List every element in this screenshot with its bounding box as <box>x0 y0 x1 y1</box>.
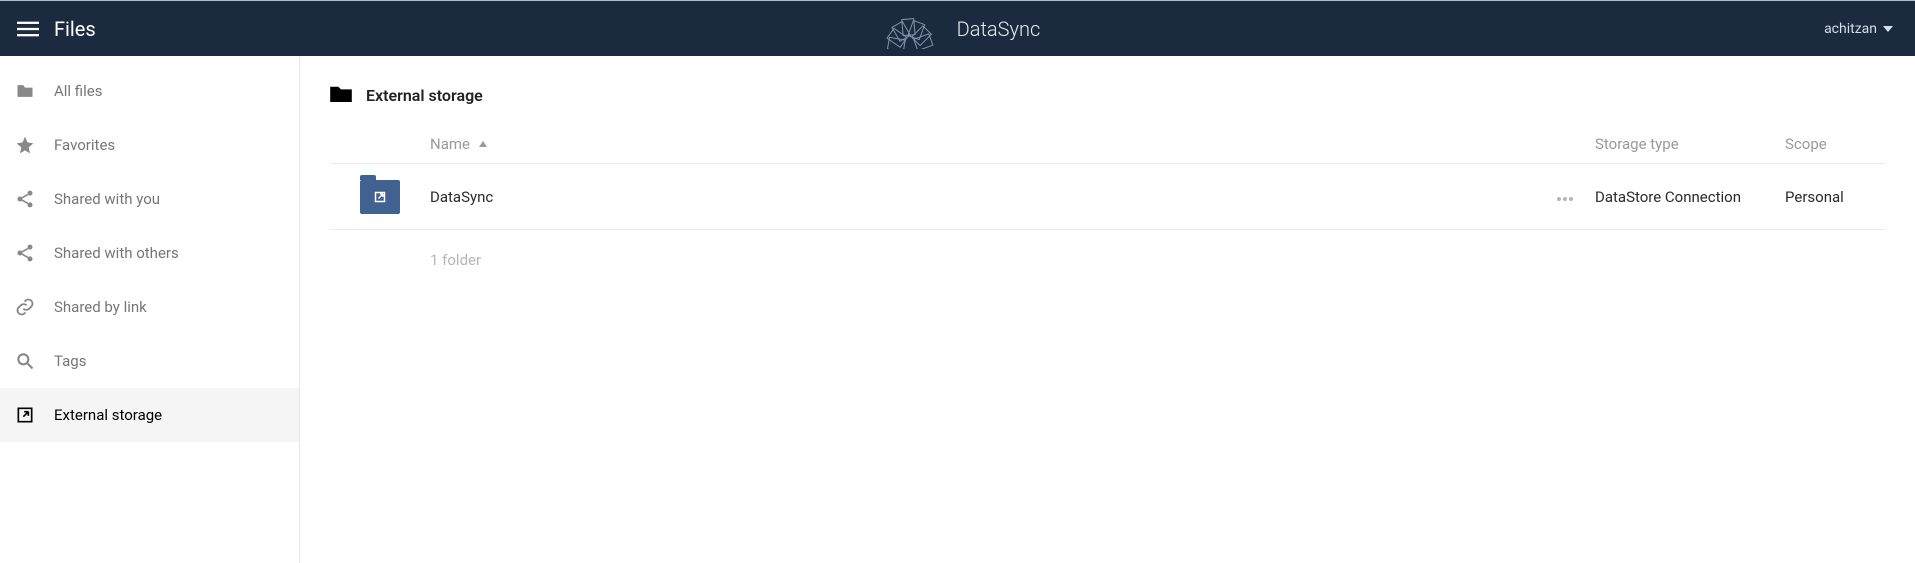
sidebar-item-tags[interactable]: Tags <box>0 334 299 388</box>
share-out-icon <box>14 242 36 264</box>
sidebar-item-external-storage[interactable]: External storage <box>0 388 299 442</box>
folder-icon <box>330 84 352 106</box>
sidebar-item-shared-by-link[interactable]: Shared by link <box>0 280 299 334</box>
row-actions-button[interactable] <box>1556 187 1574 206</box>
caret-down-icon <box>1883 24 1893 34</box>
brand-logo-icon <box>875 9 945 49</box>
sidebar-item-label: External storage <box>54 406 162 424</box>
username: achitzan <box>1824 21 1877 37</box>
breadcrumb-label[interactable]: External storage <box>366 86 483 105</box>
sidebar-item-shared-with-others[interactable]: Shared with others <box>0 226 299 280</box>
column-header-storage-type[interactable]: Storage type <box>1595 135 1785 153</box>
row-storage-type: DataStore Connection <box>1595 188 1785 206</box>
external-icon <box>14 404 36 426</box>
sidebar-item-label: Tags <box>54 352 86 370</box>
sidebar: All files Favorites Shared with you Shar… <box>0 56 300 563</box>
hamburger-menu-button[interactable] <box>12 13 44 45</box>
sidebar-item-label: Shared by link <box>54 298 147 316</box>
sidebar-item-shared-with-you[interactable]: Shared with you <box>0 172 299 226</box>
share-in-icon <box>14 188 36 210</box>
topbar: Files DataSync achitzan <box>0 0 1915 56</box>
table-summary: 1 folder <box>330 230 1885 290</box>
brand: DataSync <box>875 9 1041 49</box>
ellipsis-icon <box>1556 196 1574 202</box>
sidebar-item-label: All files <box>54 82 102 100</box>
summary-text: 1 folder <box>430 251 1535 269</box>
search-icon <box>14 350 36 372</box>
row-name: DataSync <box>430 188 1535 206</box>
external-folder-icon <box>360 180 400 214</box>
row-scope: Personal <box>1785 188 1885 206</box>
sidebar-item-label: Favorites <box>54 136 115 154</box>
table-header: Name Storage type Scope <box>330 124 1885 164</box>
breadcrumb: External storage <box>330 84 1885 106</box>
main-content: External storage Name Storage type Scope… <box>300 56 1915 563</box>
table-row[interactable]: DataSync DataStore Connection Personal <box>330 164 1885 230</box>
link-icon <box>14 296 36 318</box>
sidebar-item-favorites[interactable]: Favorites <box>0 118 299 172</box>
sidebar-item-all-files[interactable]: All files <box>0 64 299 118</box>
column-header-scope[interactable]: Scope <box>1785 135 1885 153</box>
sidebar-item-label: Shared with you <box>54 190 160 208</box>
folder-icon <box>14 80 36 102</box>
brand-name: DataSync <box>957 17 1041 41</box>
app-title: Files <box>54 17 96 41</box>
star-icon <box>14 134 36 156</box>
column-header-name[interactable]: Name <box>430 135 1535 153</box>
sidebar-item-label: Shared with others <box>54 244 179 262</box>
sort-asc-icon <box>478 135 488 153</box>
user-menu[interactable]: achitzan <box>1814 15 1903 43</box>
hamburger-icon <box>17 18 39 40</box>
